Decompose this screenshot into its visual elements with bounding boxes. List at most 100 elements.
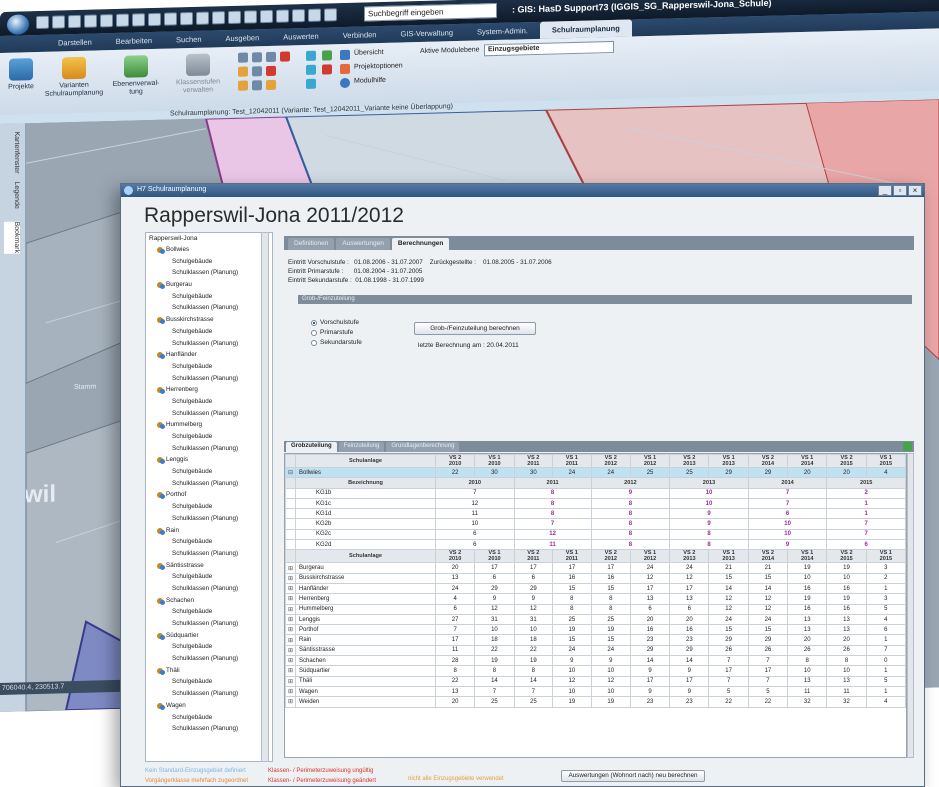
tree-item-child[interactable]: Schulgebäude: [146, 571, 272, 583]
grid-header-cell[interactable]: VS 1 2015: [865, 454, 906, 468]
tree-item-child[interactable]: Schulklassen (Planung): [146, 302, 272, 314]
klassenstufen-button[interactable]: Klassenstufen verwalten: [170, 53, 226, 95]
toolbar-pan-icon[interactable]: [100, 14, 113, 28]
tree-item-school[interactable]: Herrenberg: [146, 384, 272, 396]
tree-item-school[interactable]: Porthof: [146, 489, 272, 501]
grid-header-cell[interactable]: VS 1 2010: [474, 549, 515, 564]
expand-icon[interactable]: ⊞: [285, 634, 296, 646]
expand-icon[interactable]: ⊞: [285, 572, 296, 584]
toolbar-redline-icon[interactable]: [212, 11, 225, 25]
expand-icon[interactable]: ⊞: [285, 685, 296, 698]
tree-item-child[interactable]: Schulgebäude: [146, 291, 272, 303]
radio-vorschulstufe[interactable]: Vorschulstufe: [311, 318, 362, 328]
expand-icon[interactable]: ⊞: [285, 665, 296, 677]
tree-item-child[interactable]: Schulklassen (Planung): [146, 723, 272, 735]
grid-header-cell[interactable]: VS 2 2014: [747, 549, 789, 564]
tab-system-admin[interactable]: System-Admin.: [465, 22, 540, 41]
tree-item-child[interactable]: Schulklassen (Planung): [146, 267, 272, 279]
tab-bearbeiten[interactable]: Bearbeiten: [104, 32, 164, 51]
toolbar-zoom-in-icon[interactable]: [52, 15, 65, 29]
calc-zuteilung-button[interactable]: Grob-/Feinzuteilung berechnen: [414, 322, 536, 335]
expand-icon[interactable]: ⊞: [285, 593, 296, 605]
tree-item-child[interactable]: Schulgebäude: [146, 501, 272, 513]
projektoptionen-button[interactable]: Projektoptionen: [354, 62, 403, 70]
grid-header-cell[interactable]: VS 2 2011: [513, 549, 554, 564]
grid-header-cell[interactable]: VS 1 2012: [629, 454, 671, 468]
toolbar-zoom-extent-icon[interactable]: [84, 14, 97, 28]
grid-header-cell[interactable]: VS 2 2011: [513, 454, 554, 468]
tree-item-school[interactable]: Schachen: [146, 595, 272, 607]
toolbar-nav-back-icon[interactable]: [308, 8, 321, 22]
toolbar-erase-icon[interactable]: [196, 11, 209, 25]
tab-auswerten[interactable]: Auswerten: [271, 27, 330, 46]
grid-header-cell[interactable]: VS 1 2013: [708, 454, 749, 468]
grid-header-cell[interactable]: VS 1 2011: [552, 454, 592, 468]
projekte-button[interactable]: Projekte: [4, 58, 38, 92]
tree-item-school[interactable]: Rain: [146, 525, 272, 537]
radio-sekundarstufe[interactable]: Sekundarstufe: [311, 338, 362, 348]
tab-verbinden[interactable]: Verbinden: [331, 26, 389, 45]
grid-header-cell[interactable]: VS 1 2014: [787, 549, 828, 564]
tab-ausgeben[interactable]: Ausgeben: [213, 29, 271, 48]
tree-item-school[interactable]: Lenggis: [146, 454, 272, 466]
tree-item-school[interactable]: Busskirchstrasse: [146, 314, 272, 326]
expand-icon[interactable]: ⊞: [285, 696, 296, 708]
table-row[interactable]: ⊞ Herrenberg 4 9 9 8 8 13 13 12 12 19 19 3: [285, 593, 906, 605]
school-tree[interactable]: Rapperswil-Jona Bollwies Schulgebäude Schu…: [145, 232, 273, 762]
tree-item-child[interactable]: Schulgebäude: [146, 536, 272, 548]
class-row[interactable]: KG1b 7 8 9 10 7 2: [285, 487, 906, 499]
tree-item-school[interactable]: Thäli: [146, 665, 272, 677]
expand-icon[interactable]: ⊞: [285, 655, 296, 667]
table-row[interactable]: ⊞ Wagen 13 7 7 10 10 9 9 5 5 11 11 1: [285, 685, 906, 698]
grid-header-cell[interactable]: VS 2 2012: [590, 549, 631, 564]
minimize-button[interactable]: _: [878, 185, 892, 196]
tab-berechnungen[interactable]: Berechnungen: [391, 238, 450, 250]
table-row[interactable]: ⊞ Porthof 7 10 10 19 19 16 16 15 15 13 13 6: [285, 624, 906, 636]
expand-icon[interactable]: ⊞: [285, 644, 296, 657]
tree-item-child[interactable]: Schulklassen (Planung): [146, 688, 272, 700]
aktive-modulebene-select[interactable]: Einzugsgebiete: [484, 40, 614, 57]
tree-scrollbar[interactable]: [261, 232, 269, 762]
excel-export-icon[interactable]: [903, 442, 912, 451]
tab-legende[interactable]: Legende: [4, 181, 20, 209]
tab-definitionen[interactable]: Definitionen: [288, 238, 335, 250]
toolbar-print-icon[interactable]: [228, 10, 241, 25]
options-icon[interactable]: [340, 63, 350, 75]
toolbar-back-icon[interactable]: [132, 13, 145, 27]
tab-suchen[interactable]: Suchen: [164, 30, 213, 48]
tree-item-school[interactable]: Hummelberg: [146, 419, 272, 431]
expand-icon[interactable]: ⊞: [285, 675, 296, 687]
tree-item-child[interactable]: Schulgebäude: [146, 431, 272, 443]
expand-icon[interactable]: ⊞: [285, 582, 296, 595]
tree-item-child[interactable]: Schulgebäude: [146, 676, 272, 688]
table-row[interactable]: ⊞ Lenggis 27 31 31 25 25 20 20 24 24 13 13 4: [285, 613, 906, 626]
maximize-button[interactable]: ▫: [893, 185, 907, 196]
expand-icon[interactable]: ⊞: [285, 624, 296, 636]
modulhilfe-button[interactable]: Modulhilfe: [354, 77, 386, 85]
tab-darstellen[interactable]: Darstellen: [46, 33, 104, 52]
table-row[interactable]: ⊞ Hummelberg 6 12 12 8 8 6 6 12 12 16 16 5: [285, 603, 906, 615]
toolbar-draw-icon[interactable]: [180, 11, 193, 26]
tree-item-child[interactable]: Schulklassen (Planung): [146, 478, 272, 490]
tree-item-child[interactable]: Schulklassen (Planung): [146, 548, 272, 560]
zuteilung-grid[interactable]: Schulanlage VS 2 2010 VS 1 2010 VS 2 2011 VS 12…: [284, 453, 907, 758]
tab-bookmark[interactable]: Bookmark: [4, 221, 20, 254]
class-row[interactable]: KG1d 11 8 8 9 6 1: [285, 508, 906, 520]
tree-item-child[interactable]: Schulgebäude: [146, 361, 272, 373]
grid-header-cell[interactable]: VS 2 2015: [826, 549, 867, 564]
edit-icon[interactable]: [238, 66, 248, 77]
grid-header-cell[interactable]: VS 1 2010: [474, 454, 515, 468]
toolbar-nav-forward-icon[interactable]: [324, 8, 337, 22]
close-icon[interactable]: [266, 65, 276, 77]
radio-primarstufe[interactable]: Primarstufe: [311, 328, 362, 338]
search-icon[interactable]: [252, 66, 262, 77]
tree-item-child[interactable]: Schulgebäude: [146, 256, 272, 268]
uebersicht-button[interactable]: Übersicht: [354, 49, 384, 57]
tree-item-school[interactable]: Hanfländer: [146, 349, 272, 361]
paste-icon[interactable]: [252, 52, 262, 63]
varianten-button[interactable]: Varianten Schulraumplanung: [44, 56, 104, 99]
search-input[interactable]: Suchbegriff eingeben: [364, 2, 497, 22]
tab-gis-verwaltung[interactable]: GIS-Verwaltung: [388, 24, 465, 43]
table-row[interactable]: ⊞ Südquartier 8 8 8 10 10 9 9 17 17 10 10 1: [285, 665, 906, 677]
tree-item-child[interactable]: Schulgebäude: [146, 326, 272, 338]
